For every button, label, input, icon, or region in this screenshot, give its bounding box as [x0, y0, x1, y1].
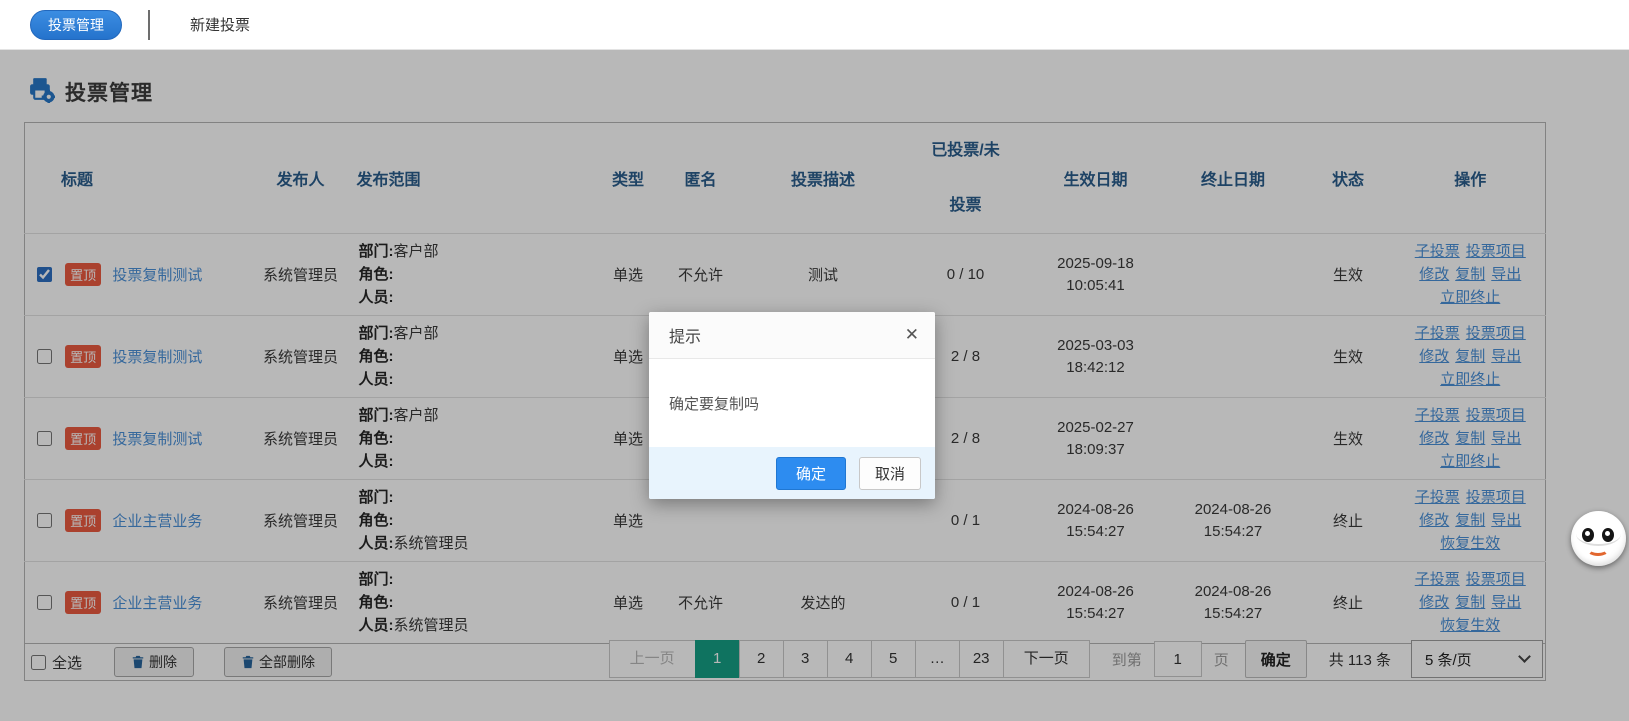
dialog-header: 提示 ✕ — [649, 312, 935, 359]
dialog-body: 确定要复制吗 — [649, 359, 935, 447]
tab-divider — [148, 10, 150, 40]
confirm-dialog: 提示 ✕ 确定要复制吗 确定 取消 — [649, 312, 935, 499]
dialog-title: 提示 — [669, 323, 701, 347]
tab-vote-management[interactable]: 投票管理 — [30, 10, 122, 40]
dialog-message: 确定要复制吗 — [669, 393, 759, 414]
top-tab-bar: 投票管理 新建投票 — [0, 0, 1629, 50]
dialog-footer: 确定 取消 — [649, 447, 935, 499]
tab-new-vote[interactable]: 新建投票 — [190, 14, 250, 35]
robot-face-icon[interactable] — [1571, 511, 1626, 566]
close-icon[interactable]: ✕ — [905, 325, 919, 345]
cancel-button[interactable]: 取消 — [859, 457, 921, 490]
confirm-button[interactable]: 确定 — [776, 457, 846, 490]
